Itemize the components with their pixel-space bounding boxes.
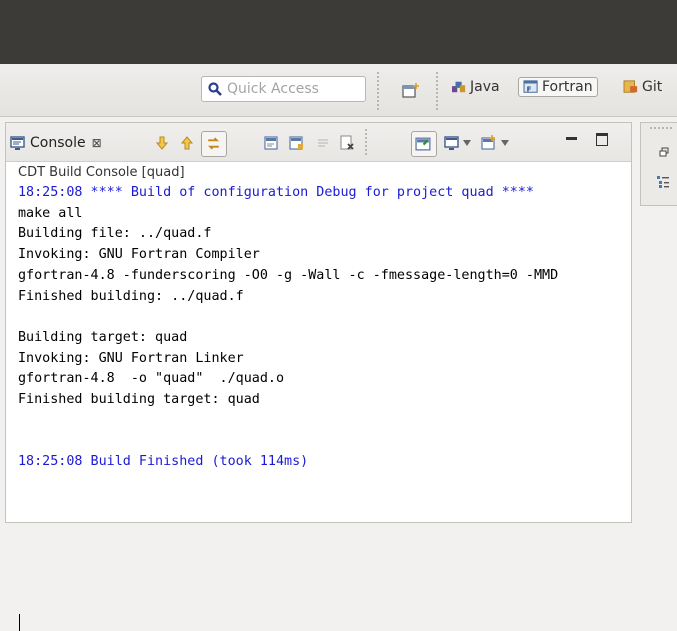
- display-console-icon[interactable]: [444, 135, 460, 151]
- minimized-view-stack: [640, 122, 677, 206]
- toolbar-separator: [365, 129, 368, 155]
- stack-grip: [650, 127, 672, 129]
- console-line: make all: [18, 205, 83, 221]
- console-line: Invoking: GNU Fortran Compiler: [18, 247, 260, 263]
- perspective-java-button[interactable]: Java: [451, 79, 500, 95]
- maximize-icon[interactable]: [596, 133, 608, 146]
- next-arrow-icon[interactable]: [154, 135, 170, 151]
- open-console-icon[interactable]: [481, 135, 497, 151]
- chevron-down-icon[interactable]: [463, 140, 471, 146]
- console-title: CDT Build Console [quad]: [18, 165, 185, 180]
- perspective-fortran-label: Fortran: [542, 79, 593, 95]
- tab-console-label: Console: [30, 135, 86, 151]
- console-line: Building file: ../quad.f: [18, 226, 212, 242]
- console-line: gfortran-4.8 -funderscoring -O0 -g -Wall…: [18, 267, 559, 283]
- window-title-bar: [0, 0, 677, 64]
- remove-launch-icon[interactable]: [339, 135, 355, 151]
- console-line: 18:25:08 Build Finished (took 114ms): [18, 454, 309, 470]
- tab-console[interactable]: Console ⊠: [10, 129, 102, 157]
- pin-console-button[interactable]: [411, 131, 437, 157]
- console-icon: [10, 135, 25, 150]
- java-perspective-icon: [452, 81, 466, 93]
- quick-access-placeholder: Quick Access: [227, 81, 319, 97]
- svg-text:F: F: [527, 85, 532, 93]
- scroll-lock-icon[interactable]: [289, 135, 305, 151]
- perspective-git-button[interactable]: Git: [623, 79, 662, 95]
- restore-icon[interactable]: [659, 147, 669, 157]
- console-output[interactable]: 18:25:08 **** Build of configuration Deb…: [18, 183, 628, 473]
- perspective-git-label: Git: [642, 79, 663, 95]
- quick-access-field[interactable]: Quick Access: [201, 76, 366, 102]
- close-icon[interactable]: ⊠: [92, 136, 102, 150]
- perspective-java-label: Java: [470, 79, 500, 95]
- console-line: Building target: quad: [18, 329, 188, 345]
- toolbar-separator: [377, 72, 380, 110]
- console-line: 18:25:08 **** Build of configuration Deb…: [18, 185, 534, 200]
- link-with-editor-button[interactable]: [201, 131, 227, 157]
- toolbar-separator: [436, 72, 439, 110]
- open-perspective-icon[interactable]: [402, 83, 419, 99]
- pin-icon: [415, 137, 431, 151]
- outline-icon[interactable]: [656, 175, 670, 189]
- search-icon: [208, 82, 222, 96]
- console-view-toolbar: Console ⊠: [6, 123, 631, 162]
- previous-arrow-icon[interactable]: [179, 135, 195, 151]
- console-line: Finished building target: quad: [18, 392, 260, 408]
- fortran-perspective-icon: F: [523, 80, 538, 93]
- sync-arrows-icon: [208, 137, 219, 150]
- clear-console-icon[interactable]: [264, 135, 280, 151]
- text-cursor: [19, 614, 20, 631]
- chevron-down-icon[interactable]: [501, 140, 509, 146]
- console-line: Finished building: ../quad.f: [18, 288, 244, 304]
- minimize-icon[interactable]: [566, 137, 577, 140]
- console-line: Invoking: GNU Fortran Linker: [18, 350, 244, 366]
- console-view: Console ⊠ CDT Build Console [quad] 18:25…: [5, 122, 632, 631]
- console-line: gfortran-4.8 -o "quad" ./quad.o: [18, 371, 285, 387]
- git-perspective-icon: [623, 80, 638, 93]
- perspective-fortran-button[interactable]: F Fortran: [518, 77, 598, 97]
- word-wrap-icon: [318, 139, 328, 147]
